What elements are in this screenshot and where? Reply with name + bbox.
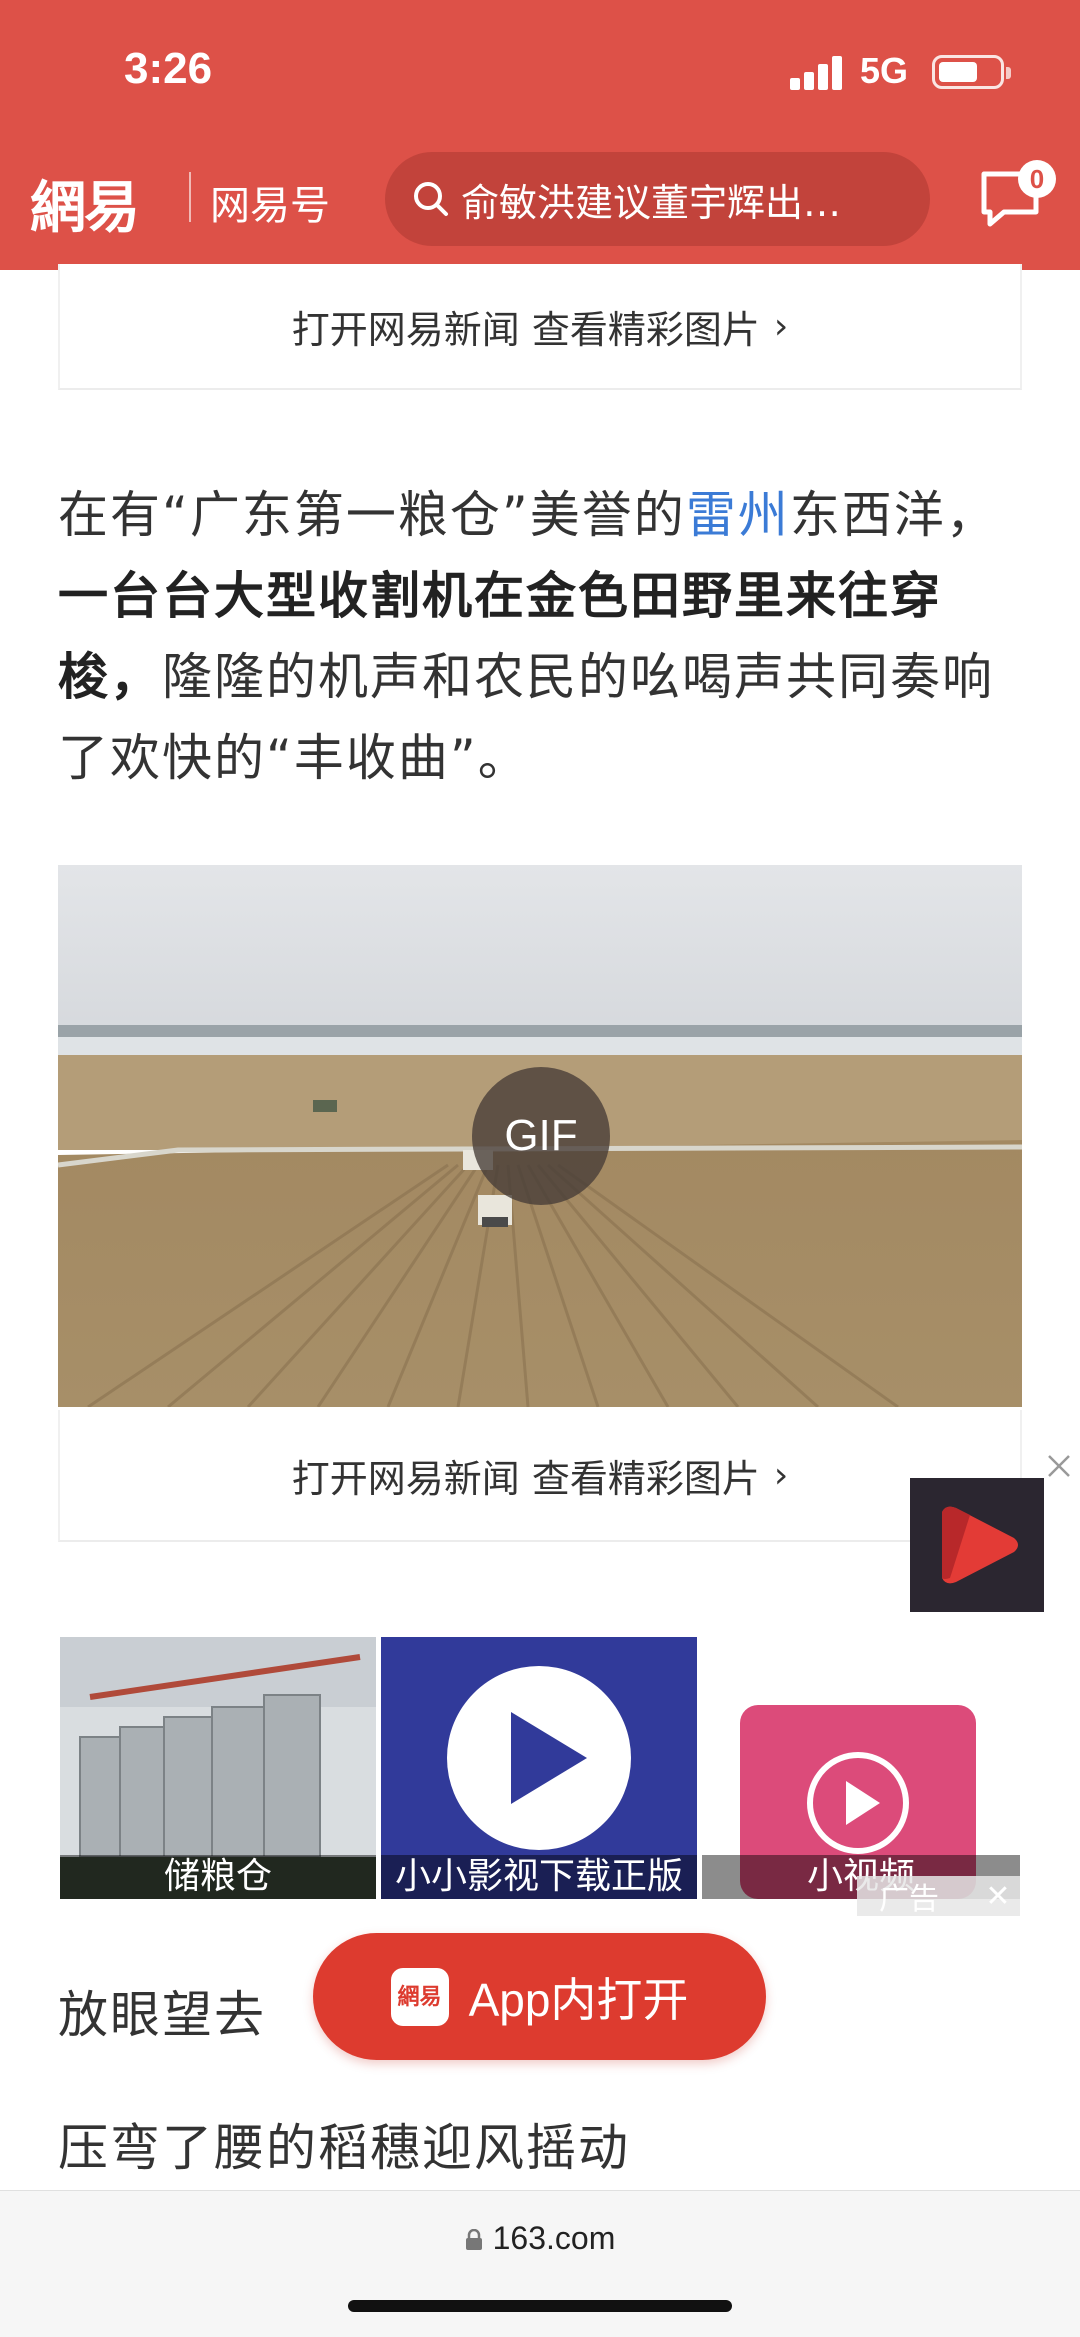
open-card-text: 打开网易新闻 查看精彩图片 bbox=[291, 307, 760, 352]
lock-icon bbox=[465, 2229, 482, 2250]
open-in-app-button[interactable]: 網易 App内打开 bbox=[313, 1933, 766, 2060]
chevron-right-icon: › bbox=[773, 305, 789, 347]
article-caption: 放眼望去 bbox=[58, 1986, 266, 2044]
signal-icon bbox=[790, 56, 844, 90]
article-paragraph: 在有“广东第一粮仓”美誉的雷州东西洋，一台台大型收割机在金色田野里来往穿梭，隆隆… bbox=[58, 475, 1028, 799]
search-suggestion: 俞敏洪建议董宇辉出… bbox=[461, 180, 842, 225]
channel-label[interactable]: 网易号 bbox=[210, 173, 330, 231]
status-time: 3:26 bbox=[124, 44, 213, 93]
address-bar[interactable]: 163.com bbox=[0, 2220, 1080, 2257]
browser-bottom-bar bbox=[0, 2190, 1080, 2337]
logo-divider bbox=[189, 172, 191, 222]
chevron-right-icon: › bbox=[773, 1454, 789, 1496]
paragraph-text: 隆隆的机声和农民的吆喝声共同奏响了欢快的“丰收曲”。 bbox=[58, 648, 994, 787]
ad-tile-label: 小小影视下载正版 bbox=[381, 1855, 697, 1899]
paragraph-text: 在有“广东第一粮仓”美誉的 bbox=[58, 486, 686, 544]
ad-row: 储粮仓 小小影视下载正版 小视频 bbox=[58, 1637, 1020, 1899]
place-link[interactable]: 雷州 bbox=[686, 486, 790, 544]
url-text: 163.com bbox=[492, 2220, 616, 2256]
search-icon bbox=[414, 182, 448, 216]
paragraph-text: 东西洋， bbox=[789, 486, 998, 544]
search-bar[interactable]: 俞敏洪建议董宇辉出… bbox=[385, 152, 930, 246]
top-header: 3:26 5G 網易 网易号 俞敏洪建议董宇辉出… 0 bbox=[0, 0, 1080, 270]
article-caption-2: 压弯了腰的稻穗迎风摇动 bbox=[58, 2119, 630, 2177]
gif-badge[interactable]: GIF bbox=[472, 1067, 610, 1205]
ad-mark-label: 广告 bbox=[879, 1882, 939, 1917]
ad-tile-label: 储粮仓 bbox=[60, 1855, 376, 1899]
close-icon[interactable] bbox=[1046, 1453, 1072, 1479]
ad-tile-granary[interactable]: 储粮仓 bbox=[60, 1637, 376, 1899]
floating-video-icon[interactable] bbox=[910, 1478, 1044, 1612]
battery-icon bbox=[932, 55, 1011, 89]
ad-mark[interactable]: 广告 ✕ bbox=[857, 1876, 1020, 1917]
ad-tile-video-app[interactable]: 小小影视下载正版 bbox=[381, 1637, 697, 1899]
open-in-app-card-2[interactable]: 打开网易新闻 查看精彩图片 › bbox=[58, 1410, 1022, 1542]
netease-app-icon: 網易 bbox=[390, 1967, 449, 2026]
ad-close-icon[interactable]: ✕ bbox=[976, 1879, 1020, 1914]
open-in-app-label: App内打开 bbox=[468, 1973, 689, 2026]
netease-logo[interactable]: 網易 bbox=[30, 163, 140, 244]
open-in-app-card[interactable]: 打开网易新闻 查看精彩图片 › bbox=[58, 264, 1022, 390]
ad-tile-short-video[interactable]: 小视频 bbox=[702, 1637, 1020, 1899]
message-badge: 0 bbox=[1018, 160, 1056, 198]
home-indicator[interactable] bbox=[348, 2300, 732, 2312]
network-type: 5G bbox=[860, 50, 909, 91]
open-card-text: 打开网易新闻 查看精彩图片 bbox=[291, 1456, 760, 1501]
